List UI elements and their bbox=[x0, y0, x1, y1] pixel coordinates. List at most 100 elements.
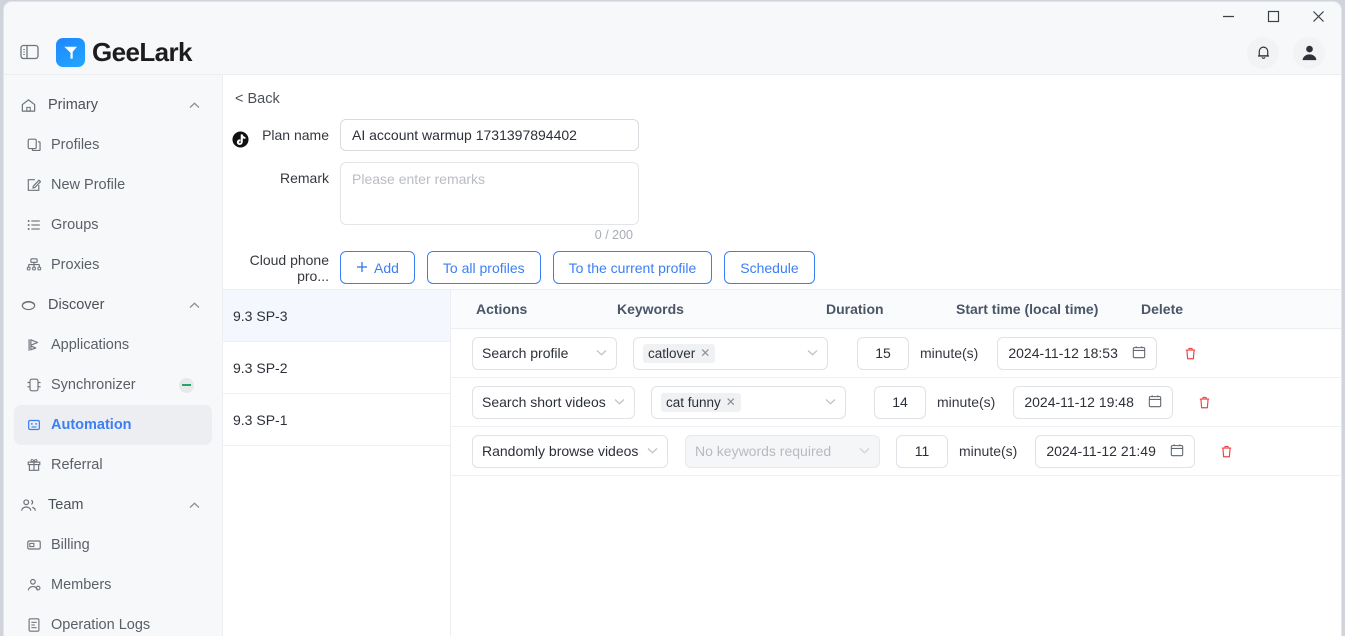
calendar-icon bbox=[1148, 394, 1162, 411]
profile-label: 9.3 SP-3 bbox=[233, 307, 288, 324]
start-time-picker[interactable]: 2024-11-12 19:48 bbox=[1013, 385, 1173, 419]
header-actions bbox=[1247, 30, 1325, 75]
to-current-profile-label: To the current profile bbox=[568, 259, 697, 276]
sidebar-toggle-icon[interactable] bbox=[18, 41, 40, 63]
sidebar-item-label: Profiles bbox=[51, 137, 100, 153]
sidebar-item-label: Automation bbox=[51, 417, 132, 433]
plan-name-input[interactable] bbox=[340, 119, 639, 151]
main-content: < Back Plan name Remark 0 / 200 Cloud ph… bbox=[223, 75, 1341, 636]
profile-label: 9.3 SP-1 bbox=[233, 411, 288, 428]
user-avatar-icon[interactable] bbox=[1293, 36, 1325, 69]
to-all-profiles-label: To all profiles bbox=[442, 259, 525, 276]
close-icon[interactable]: ✕ bbox=[700, 346, 710, 360]
maximize-icon[interactable] bbox=[1251, 2, 1296, 30]
sidebar-item-proxies[interactable]: Proxies bbox=[14, 245, 212, 285]
duration-unit: minute(s) bbox=[959, 443, 1018, 459]
sidebar-item-label: Proxies bbox=[51, 257, 100, 273]
action-select[interactable]: Search profile bbox=[472, 336, 617, 370]
column-header-start-time: Start time (local time) bbox=[956, 301, 1099, 317]
back-link[interactable]: < Back bbox=[235, 91, 280, 107]
keywords-select: No keywords required bbox=[685, 434, 880, 468]
chevron-up-icon[interactable] bbox=[189, 497, 200, 513]
keyword-tag: catlover ✕ bbox=[643, 343, 716, 363]
keywords-select[interactable]: cat funny ✕ bbox=[651, 385, 846, 419]
sidebar-item-label: Billing bbox=[51, 537, 90, 553]
delete-row-button[interactable] bbox=[1183, 346, 1198, 361]
sidebar-item-profiles[interactable]: Profiles bbox=[14, 125, 212, 165]
table-row: Randomly browse videos No keywords requi… bbox=[451, 427, 1341, 476]
sidebar-item-operation-logs[interactable]: Operation Logs bbox=[14, 605, 212, 636]
brand-name: GeeLark bbox=[92, 36, 192, 67]
nav-group-label: Discover bbox=[48, 297, 105, 313]
sidebar-item-automation[interactable]: Automation bbox=[14, 405, 212, 445]
to-current-profile-button[interactable]: To the current profile bbox=[552, 251, 713, 284]
remark-textarea[interactable] bbox=[340, 162, 639, 225]
close-icon[interactable] bbox=[1296, 2, 1341, 30]
schedule-button[interactable]: Schedule bbox=[724, 251, 815, 284]
add-button-label: Add bbox=[374, 259, 399, 276]
profiles-pane: 9.3 SP-3 9.3 SP-2 9.3 SP-1 bbox=[223, 290, 451, 636]
calendar-icon bbox=[1132, 345, 1146, 362]
chevron-down-icon bbox=[825, 396, 836, 408]
nav-group-team[interactable]: Team bbox=[4, 485, 222, 525]
sidebar-item-members[interactable]: Members bbox=[14, 565, 212, 605]
sidebar-item-label: Synchronizer bbox=[51, 377, 136, 393]
duration-unit: minute(s) bbox=[920, 345, 979, 361]
bell-icon[interactable] bbox=[1247, 36, 1279, 69]
to-all-profiles-button[interactable]: To all profiles bbox=[426, 251, 541, 284]
close-icon[interactable]: ✕ bbox=[726, 395, 736, 409]
nav-group-discover[interactable]: Discover bbox=[4, 285, 222, 325]
nav-group-primary[interactable]: Primary bbox=[4, 85, 222, 125]
cloud-phone-label: Cloud phone pro... bbox=[249, 251, 329, 284]
sidebar-item-synchronizer[interactable]: Synchronizer bbox=[14, 365, 212, 405]
start-time-value: 2024-11-12 19:48 bbox=[1024, 394, 1134, 410]
keyword-tag: cat funny ✕ bbox=[661, 392, 741, 412]
window-controls bbox=[1206, 2, 1341, 30]
duration-input[interactable]: 15 bbox=[857, 336, 909, 370]
list-item[interactable]: 9.3 SP-2 bbox=[223, 342, 450, 394]
keyword-tag-label: catlover bbox=[648, 345, 696, 361]
discover-icon bbox=[18, 297, 38, 314]
profiles-icon bbox=[25, 137, 43, 153]
remark-counter: 0 / 200 bbox=[594, 228, 633, 242]
plus-icon bbox=[356, 260, 368, 276]
sidebar-item-applications[interactable]: Applications bbox=[14, 325, 212, 365]
add-button[interactable]: Add bbox=[340, 251, 415, 284]
proxies-icon bbox=[25, 257, 43, 273]
keywords-select[interactable]: catlover ✕ bbox=[633, 336, 828, 370]
brand-logo[interactable]: GeeLark bbox=[56, 37, 192, 68]
chevron-down-icon bbox=[807, 347, 818, 359]
minimize-icon[interactable] bbox=[1206, 2, 1251, 30]
duration-input[interactable]: 11 bbox=[896, 434, 948, 468]
operation-logs-icon bbox=[25, 617, 43, 633]
delete-row-button[interactable] bbox=[1197, 395, 1212, 410]
team-icon bbox=[18, 497, 38, 514]
content-split: 9.3 SP-3 9.3 SP-2 9.3 SP-1 Actions Keywo… bbox=[223, 289, 1341, 636]
sidebar-item-label: Groups bbox=[51, 217, 99, 233]
start-time-picker[interactable]: 2024-11-12 21:49 bbox=[1035, 434, 1195, 468]
sidebar-item-billing[interactable]: Billing bbox=[14, 525, 212, 565]
automation-icon bbox=[25, 417, 43, 433]
duration-input[interactable]: 14 bbox=[874, 385, 926, 419]
app-header: GeeLark bbox=[4, 30, 1341, 75]
action-select[interactable]: Search short videos bbox=[472, 385, 635, 419]
sidebar-item-new-profile[interactable]: New Profile bbox=[14, 165, 212, 205]
profile-label: 9.3 SP-2 bbox=[233, 359, 288, 376]
chevron-up-icon[interactable] bbox=[189, 297, 200, 313]
action-select-value: Search profile bbox=[482, 345, 569, 361]
list-item[interactable]: 9.3 SP-3 bbox=[223, 290, 450, 342]
referral-icon bbox=[25, 457, 43, 473]
delete-row-button[interactable] bbox=[1219, 444, 1234, 459]
plan-name-label: Plan name bbox=[262, 127, 329, 143]
start-time-picker[interactable]: 2024-11-12 18:53 bbox=[997, 336, 1157, 370]
title-bar bbox=[4, 2, 1341, 30]
action-select[interactable]: Randomly browse videos bbox=[472, 434, 668, 468]
start-time-value: 2024-11-12 21:49 bbox=[1046, 443, 1156, 459]
sidebar-item-referral[interactable]: Referral bbox=[14, 445, 212, 485]
chevron-down-icon bbox=[859, 445, 870, 457]
sidebar-item-groups[interactable]: Groups bbox=[14, 205, 212, 245]
chevron-up-icon[interactable] bbox=[189, 97, 200, 113]
home-icon bbox=[18, 97, 38, 114]
new-profile-icon bbox=[25, 177, 43, 193]
list-item[interactable]: 9.3 SP-1 bbox=[223, 394, 450, 446]
